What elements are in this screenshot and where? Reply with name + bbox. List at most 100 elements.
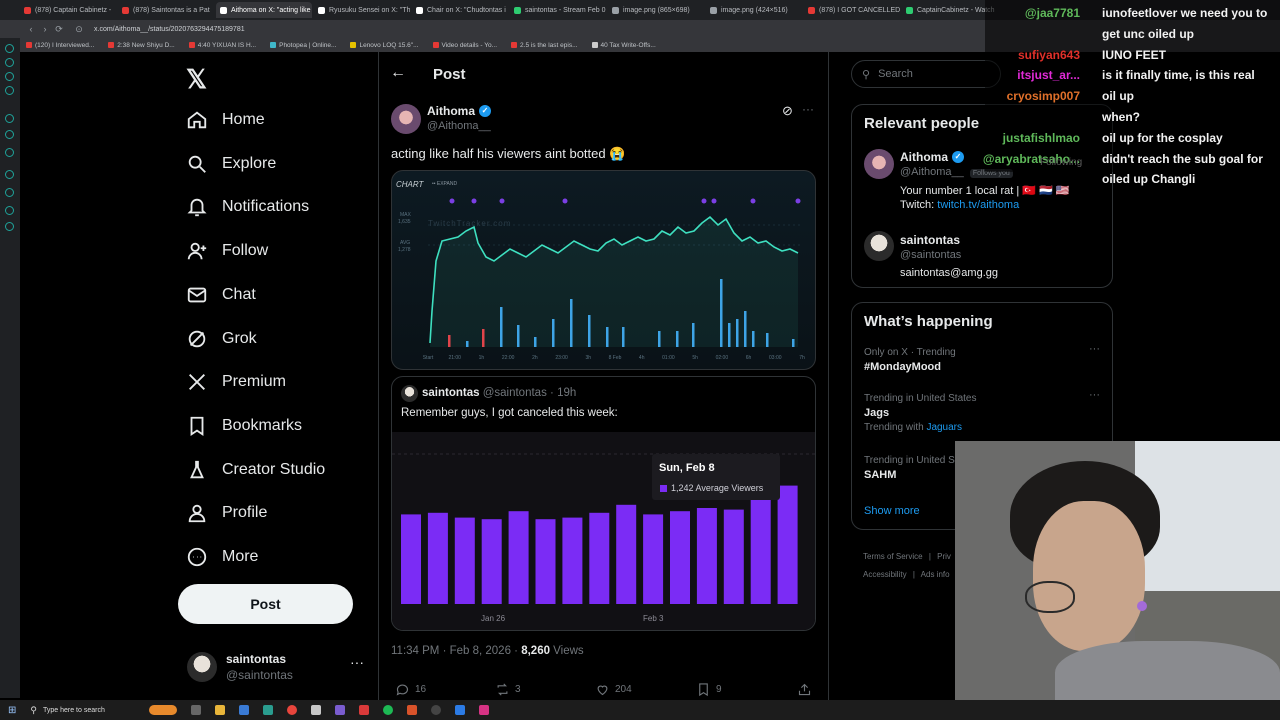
bookmark-item[interactable]: Video details - Yo... xyxy=(432,42,497,49)
twitch-link[interactable]: twitch.tv/aithoma xyxy=(937,199,1019,211)
nav-item-more[interactable]: More xyxy=(186,537,258,577)
trend-item[interactable]: Only on X · Trending #MondayMood ··· xyxy=(864,343,1104,379)
nav-item-explore[interactable]: Explore xyxy=(186,144,276,184)
footer-link[interactable]: Terms of Service xyxy=(863,552,923,561)
share-icon[interactable] xyxy=(797,682,812,702)
back-arrow-icon[interactable]: ← xyxy=(390,64,406,82)
stream-stats-image[interactable]: CHART •• EXPAND TwitchTracker.com MAX 1,… xyxy=(391,170,816,370)
rail-app-icon[interactable] xyxy=(5,130,14,139)
rail-app-icon[interactable] xyxy=(5,72,14,81)
nav-item-home[interactable]: Home xyxy=(186,100,265,140)
nav-item-creator-studio[interactable]: Creator Studio xyxy=(186,450,325,490)
reply-button[interactable]: 16 xyxy=(395,682,426,697)
ellipsis-icon[interactable]: ··· xyxy=(1089,343,1100,355)
like-button[interactable]: 204 xyxy=(595,682,632,697)
browser-tab[interactable]: (878) Saintontas is a Pat xyxy=(118,2,214,18)
browser-tab[interactable]: image.png (424×516) xyxy=(706,2,802,18)
trend-related-link[interactable]: Jaguars xyxy=(926,422,962,433)
bookmark-item[interactable]: Lenovo LOQ 15.6"... xyxy=(350,42,419,49)
bell-icon xyxy=(187,199,207,217)
bookmark-favicon-icon xyxy=(511,42,518,48)
search-input[interactable]: ⚲ Search xyxy=(851,60,1001,88)
url-field[interactable]: x.com/Aithoma__/status/20207632944751897… xyxy=(94,26,245,33)
nav-item-chat[interactable]: Chat xyxy=(186,275,256,315)
bookmark-item[interactable]: (120) I Interviewed... xyxy=(26,42,94,49)
footer-link[interactable]: Priv xyxy=(937,552,951,561)
bookmark-item[interactable]: 2.5 is the last epis... xyxy=(511,42,578,49)
streamer-face xyxy=(1033,501,1145,651)
rail-app-icon[interactable] xyxy=(5,114,14,123)
forward-arrow-icon[interactable]: › xyxy=(38,24,52,34)
browser-tab[interactable]: (878) Captain Cabinetz - xyxy=(20,2,116,18)
show-more-link[interactable]: Show more xyxy=(864,505,920,517)
heart-icon xyxy=(597,685,608,696)
app-icon[interactable] xyxy=(262,705,273,715)
browser-tab[interactable]: Aithoma on X: "acting like xyxy=(216,2,312,18)
rail-app-icon[interactable] xyxy=(5,86,14,95)
rail-app-icon[interactable] xyxy=(5,170,14,179)
app-icon[interactable] xyxy=(310,705,321,715)
nav-item-bookmarks[interactable]: Bookmarks xyxy=(186,406,302,446)
post-button[interactable]: Post xyxy=(178,584,353,624)
trend-item[interactable]: Trending in United States Jags Trending … xyxy=(864,389,1104,441)
nav-item-follow[interactable]: Follow xyxy=(186,231,268,271)
bookmark-button[interactable]: 9 xyxy=(696,682,722,697)
browser-tab[interactable]: Chair on X: "Chudtontas i xyxy=(412,2,508,18)
nav-item-grok[interactable]: Grok xyxy=(186,319,257,359)
file-explorer-icon[interactable] xyxy=(214,705,225,715)
app-icon[interactable] xyxy=(478,705,489,715)
windows-start-icon[interactable]: ⊞ xyxy=(8,705,16,716)
bookmark-item[interactable]: Photopea | Online... xyxy=(270,42,336,49)
ellipsis-icon[interactable]: ··· xyxy=(1089,389,1100,401)
author-avatar[interactable] xyxy=(391,104,421,134)
nav-item-notifications[interactable]: Notifications xyxy=(186,187,309,227)
rail-app-icon[interactable] xyxy=(5,44,14,53)
bookmark-item[interactable]: 4:40 YIXUAN IS H... xyxy=(188,42,256,49)
footer-link[interactable]: Accessibility xyxy=(863,570,907,579)
obs-icon[interactable] xyxy=(430,705,441,715)
author-name[interactable]: Aithoma ✓ xyxy=(427,104,491,118)
nav-item-premium[interactable]: Premium xyxy=(186,362,286,402)
reload-icon[interactable]: ⟳ xyxy=(52,24,66,35)
app-icon[interactable] xyxy=(454,705,465,715)
browser-tab[interactable]: CaptainCabinetz - Watch xyxy=(902,2,998,18)
taskbar-search-input[interactable]: Type here to search xyxy=(43,707,135,714)
x-logo-icon[interactable]: 𝕏 xyxy=(186,64,207,95)
browser-tab[interactable]: saintontas - Stream Feb 0 xyxy=(510,2,606,18)
chrome-icon[interactable] xyxy=(286,705,297,715)
footer-link[interactable]: Ads info xyxy=(921,570,950,579)
browser-tab[interactable]: Ryusuku Sensei on X: "Th xyxy=(314,2,410,18)
person-avatar[interactable] xyxy=(864,149,894,179)
person-name[interactable]: Aithoma ✓ xyxy=(900,150,964,164)
browser-tab[interactable]: image.png (865×698) xyxy=(608,2,704,18)
app-icon[interactable] xyxy=(358,705,369,715)
grok-icon[interactable]: ⊘ xyxy=(782,103,793,119)
account-switcher[interactable]: saintontas @saintontas ··· xyxy=(186,650,366,686)
back-arrow-icon[interactable]: ‹ xyxy=(24,24,38,34)
chatter-bar xyxy=(570,299,573,347)
ellipsis-icon[interactable]: ··· xyxy=(802,102,814,116)
rail-app-icon[interactable] xyxy=(5,58,14,67)
bookmark-item[interactable]: 2:38 New Shiyu D... xyxy=(108,42,175,49)
site-info-icon[interactable]: ⊙ xyxy=(72,24,86,35)
quoted-post[interactable]: saintontas @saintontas · 19h Remember gu… xyxy=(391,376,816,631)
spotify-icon[interactable] xyxy=(382,705,393,715)
rail-app-icon[interactable] xyxy=(5,206,14,215)
app-icon[interactable] xyxy=(334,705,345,715)
person-avatar[interactable] xyxy=(864,231,894,261)
app-icon[interactable] xyxy=(238,705,249,715)
rail-app-icon[interactable] xyxy=(5,222,14,231)
app-icon[interactable] xyxy=(406,705,417,715)
repost-button[interactable]: 3 xyxy=(495,682,521,697)
ellipsis-icon[interactable]: ··· xyxy=(350,654,364,670)
bookmark-item[interactable]: 40 Tax Write-Offs... xyxy=(591,42,656,49)
task-view-icon[interactable] xyxy=(190,705,201,715)
browser-tab[interactable]: (878) I GOT CANCELLED xyxy=(804,2,900,18)
author-handle[interactable]: @Aithoma__ xyxy=(427,120,491,132)
rail-app-icon[interactable] xyxy=(5,188,14,197)
nav-label: Grok xyxy=(222,329,257,347)
person-name[interactable]: saintontas xyxy=(900,233,960,247)
rail-app-icon[interactable] xyxy=(5,148,14,157)
nav-item-profile[interactable]: Profile xyxy=(186,493,267,533)
tab-favicon-icon xyxy=(710,6,717,14)
